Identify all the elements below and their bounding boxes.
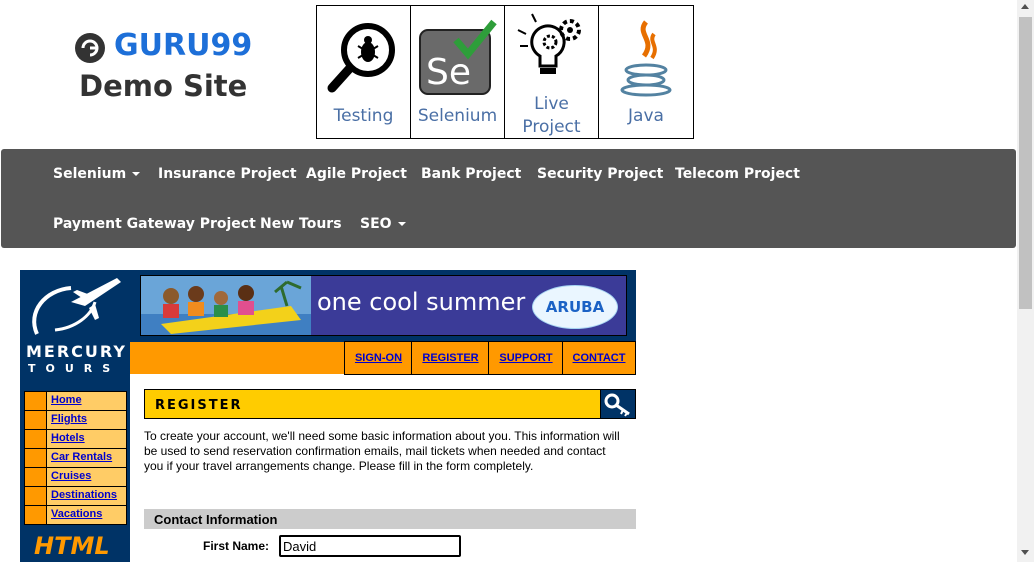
contact-information-header: Contact Information	[144, 509, 636, 529]
scroll-up-arrow-icon[interactable]	[1021, 4, 1029, 9]
magnifier-bug-icon	[327, 23, 395, 93]
nav-new-tours[interactable]: New Tours	[260, 216, 342, 232]
section-title: Contact Information	[154, 512, 278, 527]
tile-java[interactable]: Java	[599, 6, 693, 138]
menu-link-hotels[interactable]: Hotels	[51, 432, 85, 444]
html-badge: HTML	[34, 532, 110, 560]
list-item: Flights	[25, 411, 126, 429]
menu-link-car-rentals[interactable]: Car Rentals	[51, 451, 112, 463]
mercury-menu: Home Flights Hotels Car Rentals Cruises …	[24, 391, 127, 525]
tab-support[interactable]: SUPPORT	[488, 341, 564, 375]
nav-agile-project[interactable]: Agile Project	[306, 166, 407, 182]
register-heading: REGISTER	[155, 398, 243, 413]
first-name-input[interactable]	[279, 535, 461, 557]
guru99-logo-icon	[75, 33, 105, 63]
airplane-logo-icon	[32, 278, 121, 335]
tile-selenium[interactable]: Se Selenium	[411, 6, 505, 138]
mercury-sidebar: MERCURY TOURS Home Flights Hotels Car Re…	[20, 270, 130, 562]
tab-contact-link[interactable]: CONTACT	[563, 352, 635, 364]
selenium-check-icon: Se	[418, 19, 497, 95]
menu-link-home[interactable]: Home	[51, 394, 82, 406]
tile-testing-label: Testing	[333, 106, 394, 126]
list-item: Home	[25, 392, 126, 410]
tab-sign-on-link[interactable]: SIGN-ON	[345, 352, 412, 364]
nav-telecom-project[interactable]: Telecom Project	[675, 166, 800, 182]
main-navbar: Selenium Insurance Project Agile Project…	[1, 149, 1016, 248]
register-intro-text: To create your account, we'll need some …	[144, 429, 620, 473]
banner-text: one cool summer	[317, 288, 526, 316]
aruba-logo-text: ARUBA	[545, 298, 605, 316]
list-item: Vacations	[25, 506, 126, 524]
menu-link-cruises[interactable]: Cruises	[51, 470, 91, 482]
scroll-down-arrow-icon[interactable]	[1021, 550, 1029, 555]
logo-subtitle: Demo Site	[79, 69, 248, 103]
key-icon	[604, 393, 630, 417]
nav-payment-gateway-project[interactable]: Payment Gateway Project	[53, 216, 256, 232]
tab-register-link[interactable]: REGISTER	[412, 352, 489, 364]
course-tiles: Testing Se Selenium Live Project Java	[316, 5, 694, 139]
logo-title: GURU99	[114, 28, 253, 63]
tile-live-project-label-1: Live	[534, 94, 569, 114]
aruba-banner[interactable]: one cool summer ARUBA	[140, 275, 627, 336]
tab-register[interactable]: REGISTER	[411, 341, 490, 375]
nav-selenium[interactable]: Selenium	[53, 166, 141, 182]
caret-down-icon	[397, 222, 406, 226]
list-item: Destinations	[25, 487, 126, 505]
aruba-logo: ARUBA	[532, 285, 618, 329]
caret-down-icon	[132, 172, 141, 176]
nav-seo[interactable]: SEO	[360, 216, 406, 232]
mercury-subtitle: TOURS	[28, 362, 121, 375]
key-box	[600, 389, 636, 419]
mercury-title: MERCURY	[26, 342, 127, 361]
tile-testing[interactable]: Testing	[317, 6, 411, 138]
nav-selenium-label: Selenium	[53, 166, 127, 182]
nav-bank-project[interactable]: Bank Project	[421, 166, 521, 182]
tile-live-project-label-2: Project	[522, 117, 581, 137]
nav-insurance-project[interactable]: Insurance Project	[158, 166, 297, 182]
tab-sign-on[interactable]: SIGN-ON	[344, 341, 413, 375]
svg-text:Se: Se	[426, 52, 471, 93]
menu-link-destinations[interactable]: Destinations	[51, 489, 117, 501]
list-item: Cruises	[25, 468, 126, 486]
nav-security-project[interactable]: Security Project	[537, 166, 663, 182]
beach-people-image	[141, 276, 311, 335]
java-cup-icon	[620, 20, 672, 97]
tab-support-link[interactable]: SUPPORT	[489, 352, 563, 364]
list-item: Hotels	[25, 430, 126, 448]
lightbulb-gears-icon	[517, 13, 581, 74]
register-heading-bar: REGISTER	[144, 389, 602, 419]
tile-java-label: Java	[628, 106, 664, 126]
tab-contact[interactable]: CONTACT	[562, 341, 636, 375]
nav-seo-label: SEO	[360, 216, 392, 232]
list-item: Car Rentals	[25, 449, 126, 467]
menu-link-flights[interactable]: Flights	[51, 413, 87, 425]
tile-selenium-label: Selenium	[417, 106, 498, 126]
menu-link-vacations[interactable]: Vacations	[51, 508, 102, 520]
scroll-thumb[interactable]	[1019, 17, 1032, 309]
page-scrollbar[interactable]	[1017, 0, 1034, 562]
tile-live-project[interactable]: Live Project	[505, 6, 599, 138]
first-name-label: First Name:	[203, 539, 270, 553]
